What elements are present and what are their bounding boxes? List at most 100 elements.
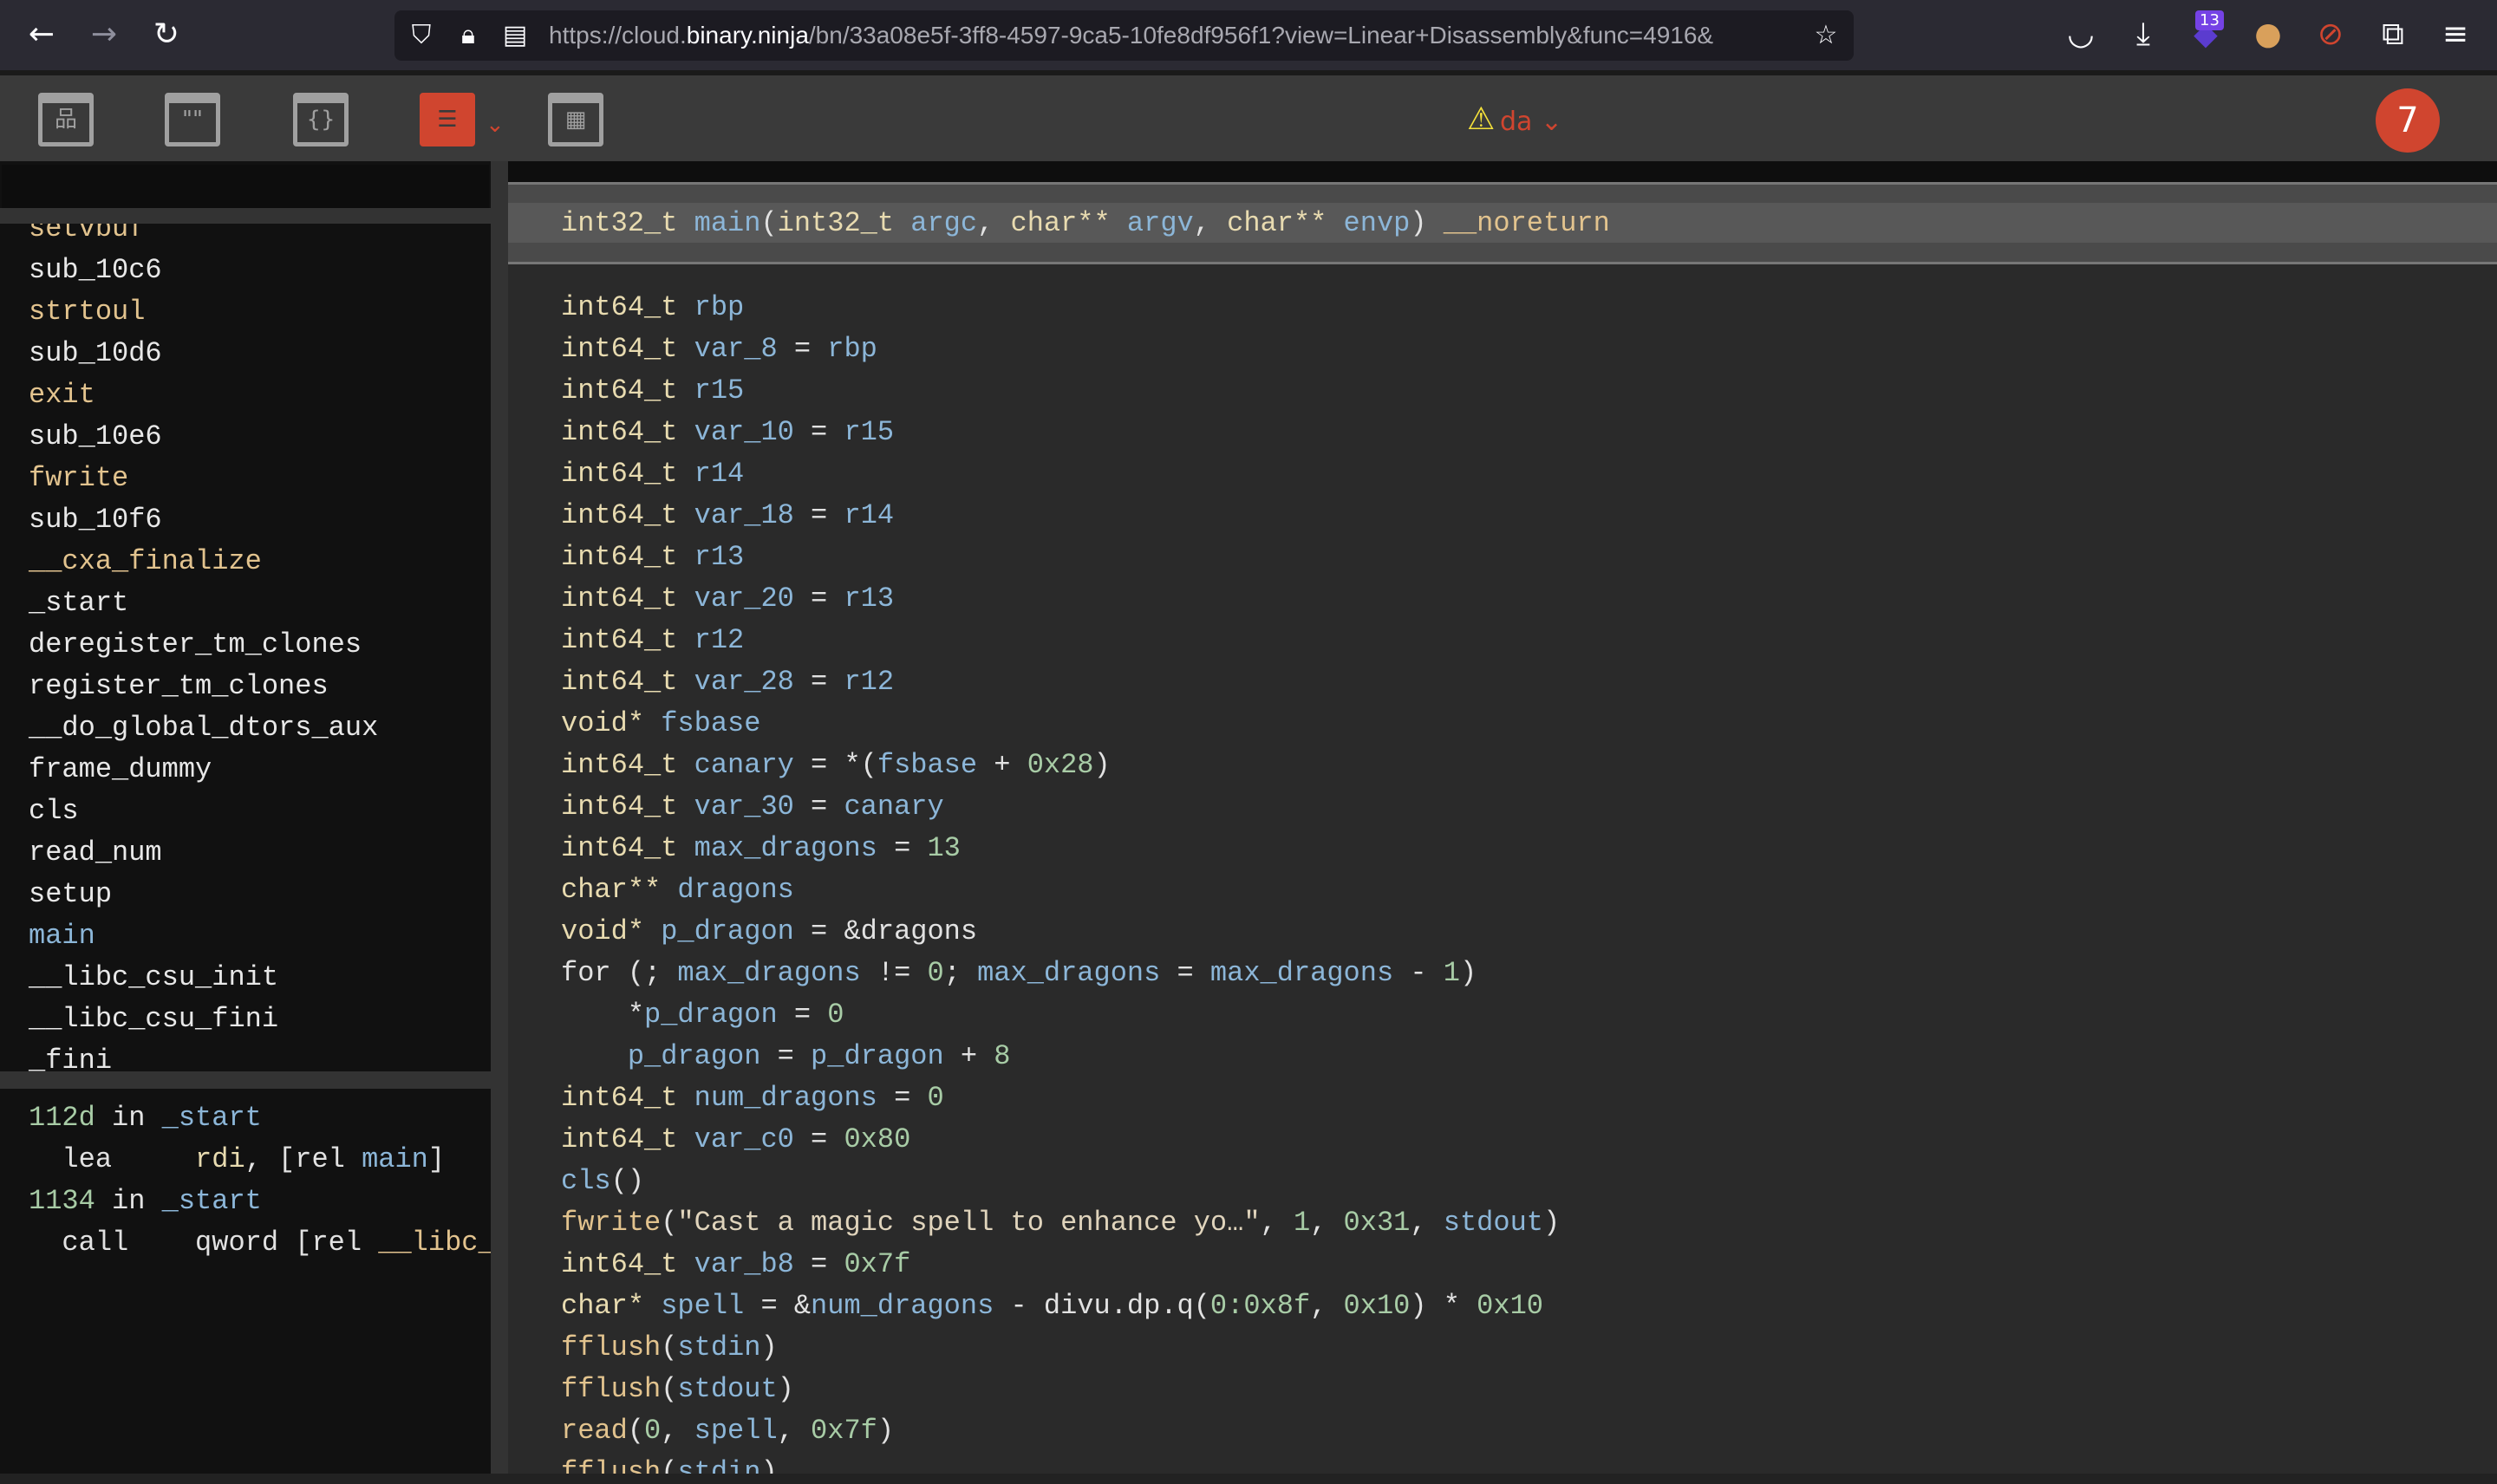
code-token: != — [860, 957, 928, 989]
code-token: , — [1193, 207, 1228, 239]
reload-icon[interactable]: ↻ — [144, 12, 189, 57]
divider[interactable] — [0, 1071, 491, 1089]
function-list-item[interactable]: _fini — [29, 1040, 112, 1071]
code-line[interactable]: int64_t r12 — [561, 620, 744, 661]
function-list-item[interactable]: read_num — [29, 832, 162, 874]
code-token: var_20 — [694, 583, 794, 615]
function-list-item[interactable]: setup — [29, 874, 112, 915]
shield-icon[interactable]: ⛉ — [401, 16, 441, 55]
function-list-item[interactable]: sub_10e6 — [29, 416, 162, 458]
lock-icon[interactable]: 🔒︎ — [448, 16, 488, 55]
function-signature[interactable]: int32_t main(int32_t argc, char** argv, … — [561, 203, 1610, 244]
code-token: stdin — [677, 1331, 761, 1364]
code-line[interactable]: int64_t r14 — [561, 453, 744, 495]
code-line[interactable]: *p_dragon = 0 — [561, 994, 844, 1036]
hex-view-button[interactable]: ▦ — [548, 93, 603, 146]
url-text[interactable]: https://cloud.binary.ninja/bn/33a08e5f-3… — [549, 10, 1797, 61]
menu-icon[interactable]: ≡ — [2433, 12, 2478, 57]
code-line[interactable]: p_dragon = p_dragon + 8 — [561, 1036, 1011, 1077]
url-bar[interactable]: ⛉ 🔒︎ ▤ https://cloud.binary.ninja/bn/33a… — [394, 10, 1854, 61]
code-line[interactable]: int64_t var_8 = rbp — [561, 329, 877, 370]
function-list-item[interactable]: __libc_csu_fini — [29, 999, 278, 1040]
function-list-item[interactable]: fwrite — [29, 458, 128, 499]
app-toolbar: 品 "" {} ☰ ▦ ⌄ ⚠ da ⌄ 7 — [0, 70, 2497, 161]
code-line[interactable]: int64_t canary = *(fsbase + 0x28) — [561, 745, 1111, 786]
linear-view-button[interactable]: ☰ — [420, 93, 475, 146]
code-line[interactable]: cls() — [561, 1161, 644, 1202]
code-token: lea — [29, 1143, 196, 1175]
xref-line[interactable]: call qword [rel __libc_ — [29, 1222, 491, 1264]
code-line[interactable]: int64_t var_c0 = 0x80 — [561, 1119, 910, 1161]
function-list-item[interactable]: frame_dummy — [29, 749, 212, 791]
code-token: canary — [844, 791, 944, 823]
code-line[interactable]: int64_t var_18 = r14 — [561, 495, 894, 537]
code-line[interactable]: int64_t var_10 = r15 — [561, 412, 894, 453]
code-line[interactable]: void* p_dragon = &dragons — [561, 911, 977, 953]
symbol-search-input[interactable] — [2, 165, 489, 208]
code-line[interactable]: int64_t num_dragons = 0 — [561, 1077, 944, 1119]
code-token: ( — [661, 1207, 678, 1239]
bookmark-star-icon[interactable]: ☆ — [1806, 16, 1846, 55]
code-line[interactable]: int64_t var_b8 = 0x7f — [561, 1244, 910, 1285]
function-list-item[interactable]: _start — [29, 583, 128, 624]
cookie-icon[interactable]: ● — [2246, 12, 2291, 57]
permissions-icon[interactable]: ▤ — [495, 16, 535, 55]
avatar[interactable]: 7 — [2376, 88, 2440, 153]
code-line[interactable]: int64_t var_30 = canary — [561, 786, 944, 828]
code-token: fwrite — [561, 1207, 662, 1239]
code-line[interactable]: fflush(stdin) — [561, 1452, 778, 1474]
xref-line[interactable]: 1134 in _start — [29, 1181, 262, 1222]
code-line[interactable]: read(0, spell, 0x7f) — [561, 1410, 894, 1452]
pane-splitter[interactable] — [491, 161, 508, 1474]
types-view-button[interactable]: {} — [293, 93, 349, 146]
code-token: 0 — [644, 1415, 662, 1447]
function-list-item[interactable]: register_tm_clones — [29, 666, 329, 707]
function-list-item[interactable]: sub_10d6 — [29, 333, 162, 374]
function-list-item[interactable]: main — [29, 915, 95, 957]
code-token: call qword [rel — [29, 1227, 379, 1259]
code-line[interactable]: int64_t r15 — [561, 370, 744, 412]
code-line[interactable]: fflush(stdout) — [561, 1369, 794, 1410]
function-list[interactable]: setvbuf sub_10c6 strtoul sub_10d6 exit sub_10… — [0, 224, 491, 1071]
blocker-icon[interactable]: ⊘ — [2308, 12, 2353, 57]
code-line[interactable]: int64_t r13 — [561, 537, 744, 578]
linear-view-pane[interactable]: int32_t main(int32_t argc, char** argv, … — [508, 161, 2497, 1474]
code-line[interactable]: int64_t rbp — [561, 287, 744, 329]
function-list-item[interactable]: cls — [29, 791, 79, 832]
code-line[interactable]: int64_t max_dragons = 13 — [561, 828, 961, 869]
strings-view-button[interactable]: "" — [165, 93, 220, 146]
code-token: var_18 — [694, 499, 794, 531]
code-line[interactable]: void* fsbase — [561, 703, 760, 745]
function-list-item[interactable]: setvbuf — [29, 224, 145, 250]
code-line[interactable]: int64_t var_20 = r13 — [561, 578, 894, 620]
back-icon[interactable]: ← — [19, 12, 64, 57]
project-menu[interactable]: da ⌄ — [1500, 107, 1562, 137]
function-list-item[interactable]: strtoul — [29, 291, 145, 333]
pocket-icon[interactable]: ◡ — [2058, 12, 2103, 57]
function-list-item[interactable]: exit — [29, 374, 95, 416]
code-token: argc — [910, 207, 978, 239]
code-token: ( — [661, 1373, 678, 1405]
function-list-item[interactable]: __libc_csu_init — [29, 957, 278, 999]
code-token: () — [610, 1165, 645, 1197]
function-list-item[interactable]: __cxa_finalize — [29, 541, 262, 583]
chevron-down-icon[interactable]: ⌄ — [486, 112, 505, 138]
function-list-item[interactable]: __do_global_dtors_aux — [29, 707, 378, 749]
code-line[interactable]: char* spell = &num_dragons - divu.dp.q(0… — [561, 1285, 1543, 1327]
code-line[interactable]: int64_t var_28 = r12 — [561, 661, 894, 703]
graph-view-button[interactable]: 品 — [38, 93, 94, 146]
extensions-puzzle-icon[interactable]: ⧉ — [2370, 12, 2416, 57]
forward-icon[interactable]: → — [81, 12, 127, 57]
code-line[interactable]: char** dragons — [561, 869, 794, 911]
function-list-item[interactable]: deregister_tm_clones — [29, 624, 362, 666]
function-list-item[interactable]: sub_10f6 — [29, 499, 162, 541]
code-line[interactable]: fwrite("Cast a magic spell to enhance yo… — [561, 1202, 1560, 1244]
function-list-item[interactable]: sub_10c6 — [29, 250, 162, 291]
code-line[interactable]: for (; max_dragons != 0; max_dragons = m… — [561, 953, 1477, 994]
download-icon[interactable]: ⤓ — [2121, 12, 2166, 57]
xref-line[interactable]: lea rdi, [rel main] — [29, 1139, 445, 1181]
code-line[interactable]: fflush(stdin) — [561, 1327, 778, 1369]
code-token: 0x10 — [1477, 1290, 1543, 1322]
xref-line[interactable]: 112d in _start — [29, 1097, 262, 1139]
types-view-icon: {} — [306, 107, 336, 133]
